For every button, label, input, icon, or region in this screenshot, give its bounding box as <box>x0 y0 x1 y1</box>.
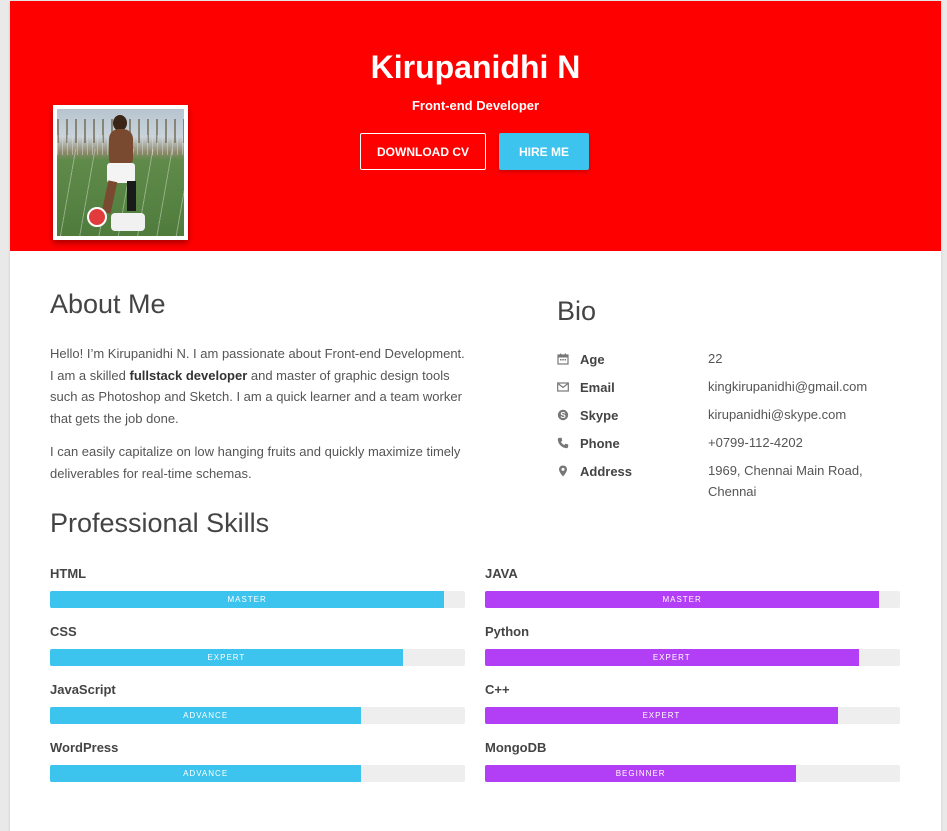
skill-progress-track: EXPERT <box>485 707 900 724</box>
skill-progress-track: MASTER <box>50 591 465 608</box>
skill-name: JavaScript <box>50 682 116 697</box>
skill-item: C++ EXPERT <box>485 682 900 724</box>
bio-value: 1969, Chennai Main Road, Chennai <box>708 463 863 499</box>
calendar-icon <box>557 353 569 365</box>
skill-progress-track: EXPERT <box>50 649 465 666</box>
skill-item: Python EXPERT <box>485 624 900 666</box>
phone-icon <box>557 437 569 449</box>
skill-name: HTML <box>50 566 87 581</box>
bio-label: Email <box>580 380 615 395</box>
skill-name: MongoDB <box>485 740 547 755</box>
profile-role: Front-end Developer <box>411 98 540 113</box>
skill-item: JavaScript ADVANCE <box>50 682 465 724</box>
about-text: Hello! I’m Kirupanidhi N. I am passionat… <box>50 343 470 496</box>
envelope-icon <box>557 381 569 393</box>
skill-item: JAVA MASTER <box>485 566 900 608</box>
skill-progress-fill: ADVANCE <box>50 707 362 724</box>
about-paragraph-1: Hello! I’m Kirupanidhi N. I am passionat… <box>50 343 470 429</box>
skill-name: CSS <box>50 624 77 639</box>
skill-progress-fill: EXPERT <box>485 707 838 724</box>
resume-card: Kirupanidhi N Front-end Developer DOWNLO… <box>10 1 941 831</box>
skill-name: JAVA <box>485 566 518 581</box>
skill-item: CSS EXPERT <box>50 624 465 666</box>
profile-photo <box>57 109 184 236</box>
skill-progress-fill: MASTER <box>50 591 445 608</box>
skill-progress-fill: EXPERT <box>50 649 403 666</box>
skills-title: Professional Skills <box>50 508 270 538</box>
skill-progress-fill: BEGINNER <box>485 765 797 782</box>
bio-label: Phone <box>580 436 620 451</box>
svg-text:S: S <box>560 411 566 420</box>
skill-name: C++ <box>485 682 510 697</box>
skill-item: WordPress ADVANCE <box>50 740 465 782</box>
profile-name: Kirupanidhi N <box>370 49 581 85</box>
skill-item: MongoDB BEGINNER <box>485 740 900 782</box>
skill-name: Python <box>485 624 530 639</box>
bio-label: Address <box>580 464 633 479</box>
skill-progress-track: MASTER <box>485 591 900 608</box>
bio-label: Skype <box>580 408 619 423</box>
skill-progress-fill: MASTER <box>485 591 880 608</box>
bio-value[interactable]: kirupanidhi@skype.com <box>708 404 908 425</box>
download-cv-button[interactable]: DOWNLOAD CV <box>360 133 486 170</box>
skill-name: WordPress <box>50 740 119 755</box>
skill-progress-fill: EXPERT <box>485 649 859 666</box>
skype-icon: S <box>557 409 569 421</box>
about-title: About Me <box>50 289 166 319</box>
hire-me-button[interactable]: HIRE ME <box>499 133 589 170</box>
avatar <box>53 105 188 240</box>
skill-progress-track: ADVANCE <box>50 765 465 782</box>
bio-label: Age <box>580 352 605 367</box>
bio-title: Bio <box>557 296 597 326</box>
about-paragraph-2: I can easily capitalize on low hanging f… <box>50 444 461 481</box>
skill-progress-fill: ADVANCE <box>50 765 362 782</box>
bio-value[interactable]: +0799-112-4202 <box>708 432 908 453</box>
bio-value: 22 <box>708 351 723 366</box>
map-pin-icon <box>557 465 569 477</box>
skill-item: HTML MASTER <box>50 566 465 608</box>
skill-progress-track: ADVANCE <box>50 707 465 724</box>
skill-progress-track: BEGINNER <box>485 765 900 782</box>
bio-value[interactable]: kingkirupanidhi@gmail.com <box>708 376 908 397</box>
about-highlight: fullstack developer <box>129 367 248 383</box>
skill-progress-track: EXPERT <box>485 649 900 666</box>
profile-header: Kirupanidhi N Front-end Developer DOWNLO… <box>10 1 941 251</box>
